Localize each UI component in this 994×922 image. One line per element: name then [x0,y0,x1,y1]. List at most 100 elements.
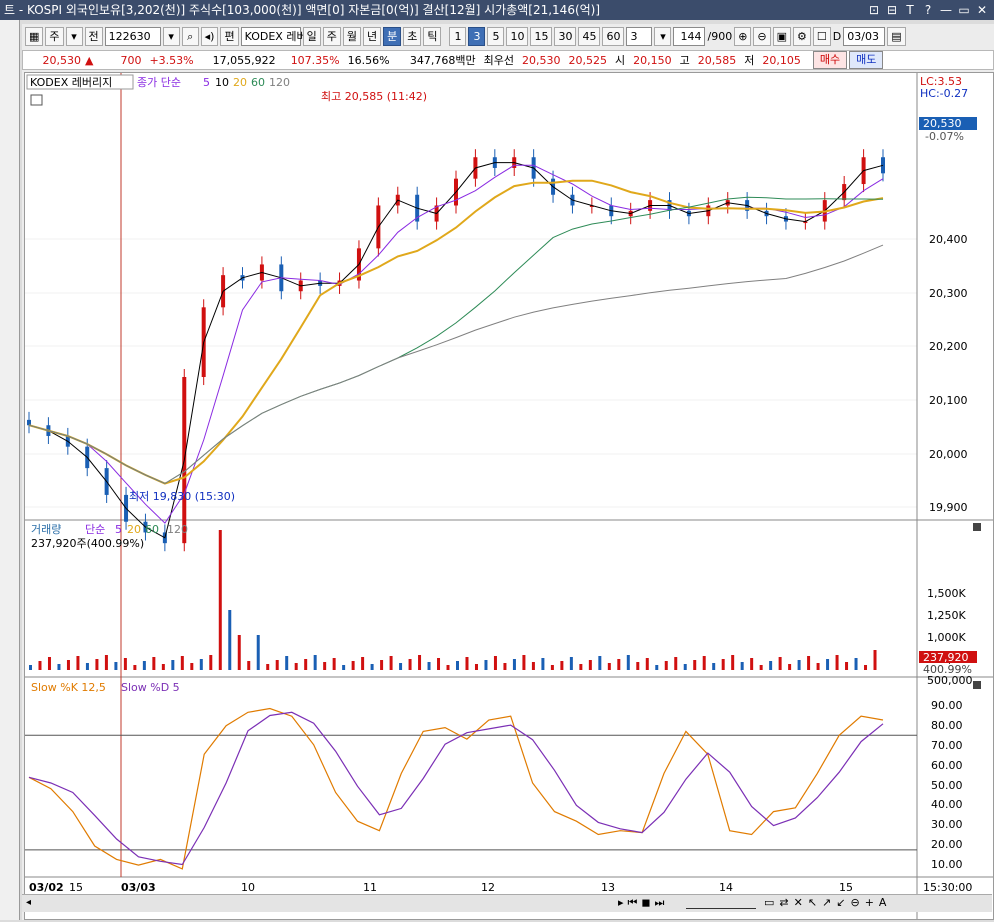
minute-5[interactable]: 5 [487,26,505,46]
volume-bar [503,663,507,670]
title-bar: 트 - KOSPI 외국인보유[3,202(천)] 주식수[103,000(천)… [0,0,994,20]
count-total: /900 [707,29,733,43]
volume-panel-close-icon[interactable] [973,523,981,531]
volume-bar [342,665,346,670]
code-dropdown-icon[interactable]: ▾ [162,26,180,46]
chart-svg: KODEX 레버리지 종가 단순 5 10 20 60 120 LC:3.53 … [25,73,993,919]
grid-toggle-icon[interactable] [30,94,43,106]
stock-name-field[interactable]: KODEX 레버 [240,26,307,46]
playback-controls[interactable]: ▸⏮◼⏭ [618,896,668,910]
up-arrow-icon: ▲ [85,53,94,67]
zoom-out-icon[interactable]: ⊖ [753,26,771,46]
period-tick[interactable]: 틱 [423,26,442,46]
volume-bar [446,665,450,670]
date-checkbox[interactable]: ☐ [812,26,831,46]
price-title: KODEX 레버리지 [30,76,112,89]
stoch-panel-close-icon[interactable] [973,681,981,689]
volume-bar [57,664,61,670]
price-ytick: 19,900 [929,501,968,514]
period-minute[interactable]: 분 [383,26,402,46]
best-ask: 20,530 [521,53,561,67]
xaxis-label: 03/03 [121,881,156,894]
volume-bar [569,657,573,670]
scroll-left-icon[interactable]: ◂ [26,897,31,908]
font-icon[interactable]: T [902,0,918,20]
minute-3[interactable]: 3 [468,26,486,46]
link-icon[interactable]: ⊡ [866,0,882,20]
volume-bar [854,658,858,670]
chart-type-icon[interactable]: ▦ [25,26,44,46]
period-week[interactable]: 주 [322,26,341,46]
interval-input[interactable]: 3 [626,26,653,46]
minute-60[interactable]: 60 [602,26,625,46]
chart-area[interactable]: KODEX 레버리지 종가 단순 5 10 20 60 120 LC:3.53 … [24,72,994,920]
period-day[interactable]: 일 [302,26,321,46]
sell-button[interactable]: 매도 [849,51,884,69]
minimize-icon[interactable]: — [938,0,954,20]
period-second[interactable]: 초 [403,26,422,46]
ma120-label: 120 [269,76,290,89]
price-ytick: 20,100 [929,394,968,407]
interval-dropdown-icon[interactable]: ▾ [654,26,672,46]
close-icon[interactable]: ✕ [974,0,990,20]
minute-1[interactable]: 1 [449,26,467,46]
volume-bar [626,655,630,670]
settings-icon[interactable]: ⚙ [793,26,811,46]
vol-ma5-label: 5 [115,523,122,536]
date-input[interactable]: 03/03 [843,26,886,46]
period-month[interactable]: 월 [342,26,361,46]
help-icon[interactable]: ? [920,0,936,20]
period-select[interactable]: 주 [45,26,64,46]
stock-code-input[interactable]: 122630 [104,26,161,46]
zoom-in-icon[interactable]: ⊕ [734,26,752,46]
xaxis-label: 14 [719,881,733,894]
volume-bar [873,650,877,670]
ma20-line [28,179,884,485]
minute-15[interactable]: 15 [530,26,553,46]
volume-bar [560,661,564,670]
search-icon[interactable]: ⌕ [181,26,199,46]
volume-bar [636,662,640,670]
sound-icon[interactable]: ◂) [200,26,219,46]
volume-bar [493,656,497,670]
price-ytick: 20,200 [929,340,968,353]
edit-label[interactable]: 편 [220,26,239,46]
volume-bar [740,662,744,670]
ma10-line [28,164,884,524]
stochastic-group [25,707,917,870]
period-year[interactable]: 년 [362,26,382,46]
volume-bar [66,660,70,670]
volume-label: 거래량 [31,523,61,536]
buy-button[interactable]: 매수 [812,51,848,69]
stoch-ytick: 50.00 [931,779,963,792]
minute-10[interactable]: 10 [506,26,529,46]
kind-select[interactable]: 전 [84,26,103,46]
count-input[interactable]: 144 [673,26,706,46]
volume-bar [389,656,393,670]
period-dropdown-icon[interactable]: ▾ [65,26,83,46]
volume-bar [645,658,649,670]
ma20-label: 20 [233,76,247,89]
volume-bar [85,663,89,670]
zoom-slider[interactable] [686,897,756,909]
low-price: 20,105 [762,53,801,67]
drawing-tools[interactable]: ▭⇄✕↖↗↙⊖+A [764,896,891,909]
toolbar: ▦ 주 ▾ 전 122630 ▾ ⌕ ◂) 편 KODEX 레버 일 주 월 년… [22,24,994,48]
calendar-icon[interactable]: ▤ [887,26,906,46]
scroll-bar[interactable]: ◂ ▸⏮◼⏭ ▭⇄✕↖↗↙⊖+A [22,894,992,912]
volume-bar [313,655,317,670]
best-bid: 20,525 [568,53,607,67]
volume-bar [95,659,99,670]
stoch-k-line [28,707,884,870]
low-annotation: 최저 19,830 (15:30) [129,490,235,503]
save-icon[interactable]: ▣ [772,26,792,46]
stoch-ytick: 80.00 [931,719,963,732]
volume: 17,055,922 [212,53,276,67]
minute-45[interactable]: 45 [578,26,601,46]
volume-bar [598,656,602,670]
layout-icon[interactable]: ⊟ [884,0,900,20]
minute-30[interactable]: 30 [554,26,577,46]
stoch-ytick: 60.00 [931,759,963,772]
maximize-icon[interactable]: ▭ [956,0,972,20]
price-ytick: 20,000 [929,448,968,461]
